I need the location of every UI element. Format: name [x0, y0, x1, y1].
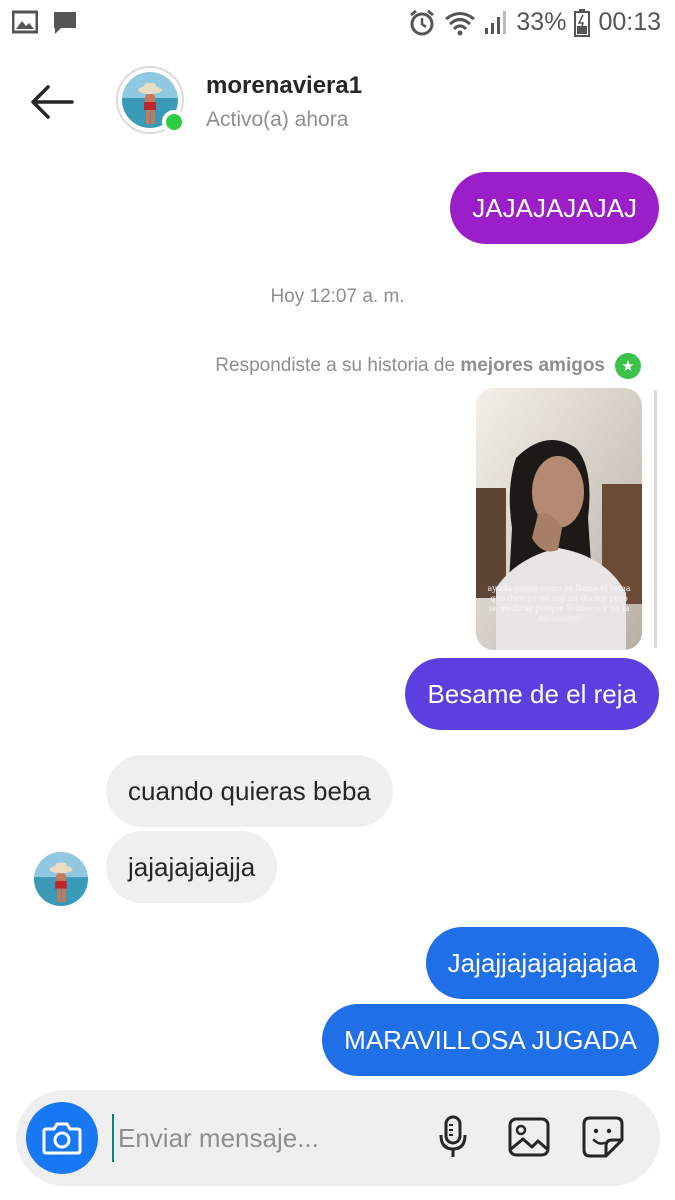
close-friends-star-icon: ★ [615, 353, 641, 379]
story-thumbnail[interactable]: ayuda gente como se llama el tema que di… [476, 388, 642, 650]
activity-status: Activo(a) ahora [206, 108, 349, 131]
sent-message[interactable]: JAJAJAJAJAJ [450, 172, 659, 244]
message-composer [16, 1090, 660, 1186]
clock: 00:13 [598, 8, 661, 36]
sent-message[interactable]: MARAVILLOSA JUGADA [322, 1004, 659, 1076]
image-icon [508, 1117, 550, 1157]
story-reply-note: Respondiste a su historia de mejores ami… [215, 355, 605, 377]
sent-message[interactable]: Jajajjajajajajajaa [425, 927, 659, 999]
message-icon [52, 10, 78, 36]
received-message[interactable]: jajajajajajja [106, 831, 278, 903]
sticker-button[interactable] [578, 1112, 628, 1162]
sender-avatar[interactable] [34, 852, 88, 906]
battery-percent: 33% [516, 8, 567, 36]
chat-username[interactable]: morenaviera1 [206, 72, 362, 100]
back-button[interactable] [28, 82, 78, 122]
message-input[interactable] [112, 1114, 412, 1162]
gallery-icon [12, 10, 38, 36]
camera-icon [42, 1122, 82, 1155]
received-message[interactable]: cuando quieras beba [106, 755, 393, 827]
story-caption: ayuda gente como se llama el tema que di… [487, 584, 631, 623]
story-scrollbar [654, 390, 657, 648]
online-indicator [162, 110, 186, 134]
story-reply-prefix: Respondiste a su historia de [215, 355, 456, 376]
story-reply-audience: mejores amigos [460, 355, 605, 376]
back-arrow-icon [31, 85, 74, 119]
chat-header: morenaviera1 Activo(a) ahora [0, 56, 675, 156]
sticker-icon [582, 1116, 624, 1158]
microphone-button[interactable] [428, 1112, 478, 1162]
signal-icon [484, 10, 508, 36]
microphone-icon [439, 1115, 467, 1157]
date-separator: Hoy 12:07 a. m. [270, 286, 405, 307]
battery-icon [574, 8, 591, 37]
gallery-button[interactable] [504, 1112, 554, 1162]
profile-avatar[interactable] [116, 66, 186, 134]
alarm-icon [408, 9, 436, 37]
status-bar: 33% 00:13 [0, 0, 675, 46]
sent-message[interactable]: Besame de el reja [405, 658, 659, 730]
camera-button[interactable] [26, 1102, 98, 1174]
wifi-icon [444, 10, 476, 36]
